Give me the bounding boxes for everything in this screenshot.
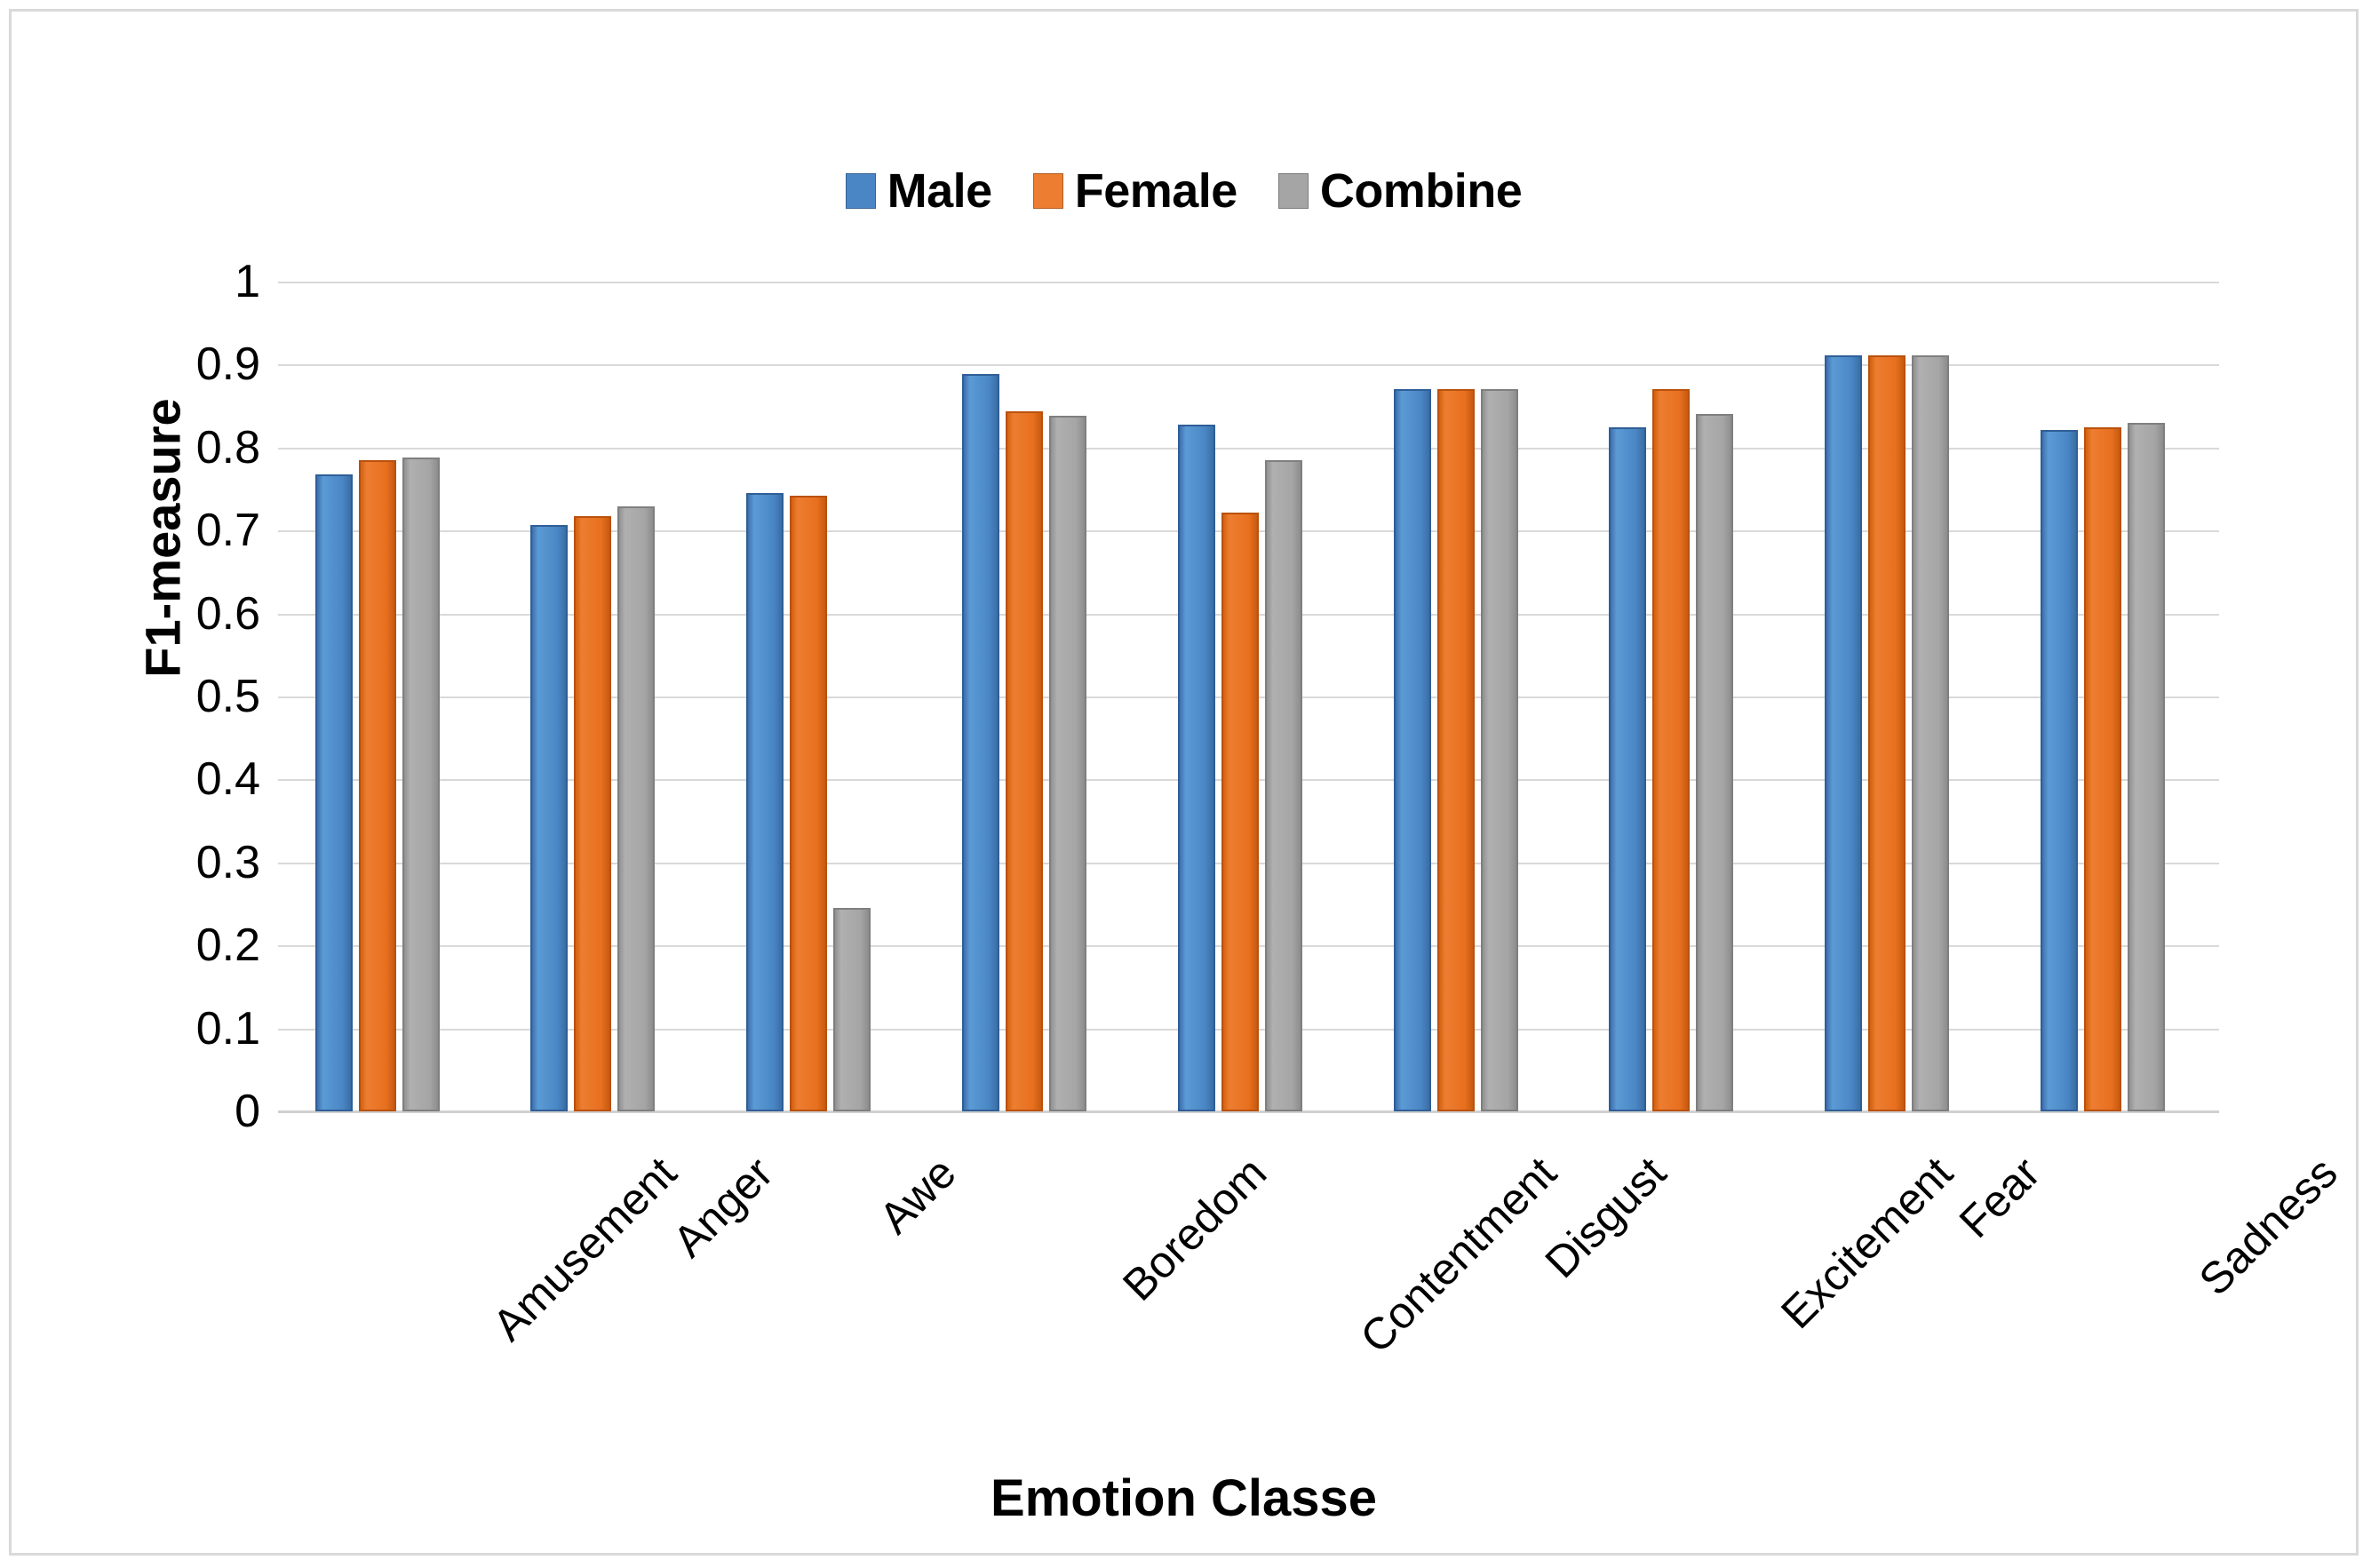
- bar-male[interactable]: [1177, 424, 1215, 1111]
- legend-swatch-male: [845, 173, 876, 209]
- bar-female[interactable]: [1436, 388, 1475, 1111]
- legend-swatch-combine: [1277, 173, 1309, 209]
- bar-group: [1787, 282, 2003, 1111]
- x-axis-tick-label: Contentment: [1350, 1147, 1566, 1363]
- y-axis-tick-label: 0.1: [195, 1002, 260, 1055]
- bar-female[interactable]: [358, 459, 396, 1111]
- bar-group: [2003, 282, 2219, 1111]
- y-axis-tick-label: 0.4: [195, 753, 260, 806]
- legend-label-combine: Combine: [1319, 164, 1523, 218]
- x-axis-tick-label: Boredom: [1113, 1147, 1277, 1310]
- bar-combine[interactable]: [1049, 416, 1086, 1111]
- bar-group: [710, 282, 926, 1111]
- bar-combine[interactable]: [402, 458, 440, 1111]
- y-axis-tick-label: 0.9: [195, 338, 260, 391]
- x-axis-tick-label: Sadness: [2189, 1147, 2347, 1305]
- x-axis-tick-label: Fear: [1949, 1147, 2050, 1248]
- bar-combine[interactable]: [2127, 422, 2165, 1111]
- bar-group: [1141, 282, 1357, 1111]
- legend-item-female[interactable]: Female: [1032, 164, 1238, 218]
- bar-female[interactable]: [1652, 389, 1691, 1111]
- x-axis-tick-label: Excitement: [1771, 1147, 1962, 1339]
- chart-frame: Male Female Combine F1-measure 1 0.9 0.8 0.…: [9, 9, 2359, 1556]
- y-axis-tick-labels: 1 0.9 0.8 0.7 0.6 0.5 0.4 0.3 0.2 0.1 0: [145, 256, 260, 1137]
- bar-combine[interactable]: [1480, 388, 1518, 1111]
- legend-label-male: Male: [887, 164, 993, 218]
- y-axis-tick-label: 0.6: [195, 587, 260, 640]
- chart-legend: Male Female Combine: [12, 167, 2356, 215]
- bar-combine[interactable]: [1264, 459, 1302, 1111]
- x-axis-tick-label: Awe: [870, 1147, 966, 1244]
- bar-female[interactable]: [790, 495, 828, 1111]
- bar-male[interactable]: [962, 373, 999, 1111]
- legend-item-male[interactable]: Male: [845, 164, 993, 218]
- legend-label-female: Female: [1074, 164, 1238, 218]
- bar-male[interactable]: [1393, 388, 1431, 1111]
- bar-male[interactable]: [1825, 355, 1863, 1111]
- x-axis-tick-label: Amusement: [482, 1147, 686, 1350]
- bar-female[interactable]: [574, 516, 612, 1111]
- x-axis-tick-labels: Amusement Anger Awe Boredom Contentment Disgu…: [278, 1111, 2347, 1449]
- bar-female[interactable]: [2083, 427, 2121, 1111]
- bar-combine[interactable]: [1912, 355, 1950, 1111]
- y-axis-tick-label: 0: [235, 1086, 260, 1137]
- bar-female[interactable]: [1006, 410, 1043, 1111]
- bar-group: [925, 282, 1141, 1111]
- bar-combine[interactable]: [1696, 413, 1734, 1111]
- bar-combine[interactable]: [833, 908, 871, 1111]
- bar-female[interactable]: [1221, 512, 1259, 1111]
- x-axis-tick-label: Disgust: [1535, 1147, 1675, 1288]
- bar-group: [494, 282, 710, 1111]
- bar-male[interactable]: [746, 493, 784, 1111]
- bar-male[interactable]: [314, 474, 353, 1111]
- bar-male[interactable]: [1609, 427, 1647, 1111]
- x-axis-title: Emotion Classe: [990, 1469, 1378, 1527]
- bar-group: [1572, 282, 1788, 1111]
- legend-swatch-female: [1032, 173, 1063, 209]
- y-axis-tick-label: 0.3: [195, 836, 260, 888]
- y-axis-tick-label: 1: [235, 256, 260, 307]
- bar-group: [278, 282, 494, 1111]
- y-axis-tick-label: 0.8: [195, 421, 260, 474]
- bar-group: [1357, 282, 1572, 1111]
- bar-male[interactable]: [530, 524, 569, 1111]
- y-axis-tick-label: 0.7: [195, 505, 260, 557]
- y-axis-tick-label: 0.2: [195, 919, 260, 972]
- x-axis-tick-label: Anger: [664, 1147, 784, 1267]
- bar-male[interactable]: [2040, 430, 2078, 1111]
- legend-item-combine[interactable]: Combine: [1277, 164, 1523, 218]
- plot-area: [278, 282, 2219, 1113]
- bar-combine[interactable]: [617, 506, 656, 1111]
- bar-female[interactable]: [1868, 355, 1906, 1111]
- y-axis-tick-label: 0.5: [195, 671, 260, 722]
